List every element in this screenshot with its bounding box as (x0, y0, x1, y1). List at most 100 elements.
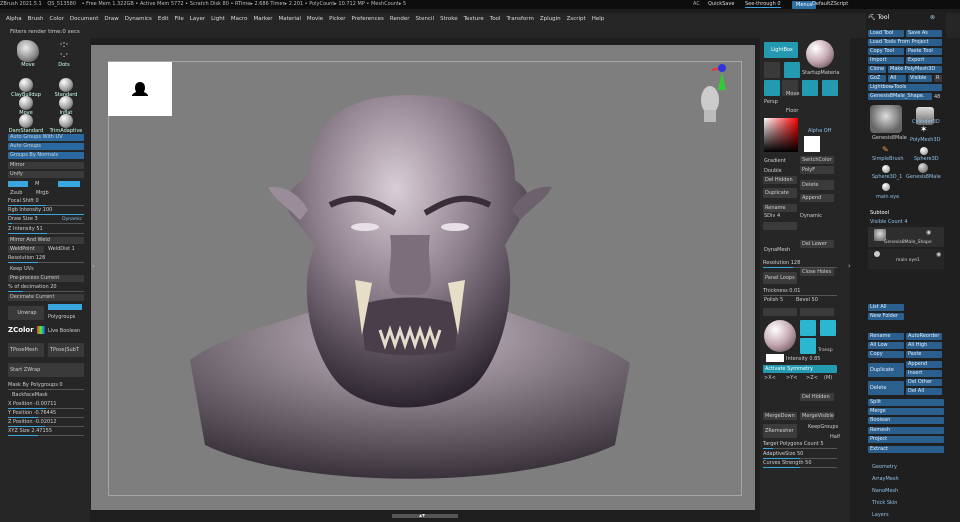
zsub-toggle[interactable]: Zsub (10, 190, 22, 196)
all-low-button[interactable]: All Low (868, 342, 904, 349)
brush-select-icon[interactable] (764, 62, 780, 78)
brush-standard[interactable]: Standard (48, 78, 84, 98)
dynamesh-resolution-slider[interactable]: Resolution 128 (763, 260, 837, 268)
lightbox-button[interactable]: LightBox (764, 42, 798, 58)
live-boolean-toggle[interactable]: Live Boolean (48, 328, 80, 334)
z-position-slider[interactable]: Z Position -0.02012 (8, 419, 84, 427)
alpha-swatch[interactable] (804, 136, 820, 152)
m-toggle[interactable]: M (35, 181, 39, 187)
intensity-slider[interactable]: Intensity 0.85 (786, 356, 821, 362)
collapse-arrow-icon[interactable]: › (848, 262, 851, 270)
dellower-button[interactable]: Del Lower (800, 240, 834, 248)
genesis-thumbnail[interactable] (870, 105, 902, 133)
draw-icon[interactable] (764, 80, 780, 96)
merge-button[interactable]: Merge (868, 408, 944, 415)
target-polygons-slider[interactable]: Target Polygons Count 5 (763, 441, 837, 449)
goz-r-button[interactable]: R (934, 75, 942, 82)
brush-trimadaptive[interactable]: TrimAdaptive (46, 114, 86, 134)
dynamesh-button[interactable]: DynaMesh (764, 247, 790, 253)
thickness-slider[interactable]: Thickness 0.01 (763, 288, 837, 296)
zadd-toggle[interactable] (8, 181, 28, 187)
subtool-header[interactable]: Subtool (870, 210, 889, 216)
menu-picker[interactable]: Picker (329, 13, 345, 26)
draw-size-slider[interactable]: Draw Size 3 Dynamic (8, 216, 84, 224)
arraymesh-section[interactable]: ArrayMesh (872, 476, 899, 482)
weldpoint-button[interactable]: WeldPoint (8, 246, 44, 253)
adaptive-size-slider[interactable]: AdaptiveSize 50 (763, 451, 837, 459)
lightbox-tools-button[interactable]: Lightbox▸Tools (868, 84, 942, 91)
mirror-and-weld-button[interactable]: Mirror And Weld (8, 237, 84, 244)
mergevisible-button[interactable]: MergeVisible (800, 412, 834, 420)
sym-x-toggle[interactable]: >X< (764, 375, 776, 381)
nanomesh-section[interactable]: NanoMesh (872, 488, 898, 494)
quicksave-button[interactable]: QuickSave (708, 1, 734, 7)
preprocess-button[interactable]: Pre-process Current (8, 275, 84, 282)
bevel-slider[interactable]: Bevel 50 (796, 297, 818, 303)
menu-edit[interactable]: Edit (158, 13, 169, 26)
delhidden-mesh-button[interactable]: Del Hidden (763, 176, 797, 184)
double-toggle[interactable]: Double (764, 168, 782, 174)
menu-zscript[interactable]: Zscript (567, 13, 586, 26)
remesh-button[interactable]: Remesh (868, 427, 944, 434)
panel-loops-button[interactable]: Panel Loops (763, 272, 797, 284)
simplebrush-icon[interactable]: ✎ (882, 145, 889, 154)
keep-uvs-toggle[interactable]: Keep UVs (10, 266, 34, 272)
append-button[interactable]: Append (800, 194, 834, 202)
clone-button[interactable]: Clone (868, 66, 886, 73)
menu-texture[interactable]: Texture (464, 13, 484, 26)
tray-arrow-icon[interactable]: ▴▾ (419, 512, 425, 519)
delhidden-button[interactable]: Del Hidden (800, 393, 834, 401)
brush-damstandard[interactable]: DamStandard (6, 114, 46, 134)
menu-tool[interactable]: Tool (490, 13, 501, 26)
transp-toggle[interactable]: Transp (818, 348, 833, 353)
close-holes-button[interactable]: Close Holes (800, 268, 834, 276)
menu-draw[interactable]: Draw (104, 13, 118, 26)
del-other-button[interactable]: Del Other (906, 379, 942, 386)
sphere-icon[interactable] (920, 147, 928, 155)
project-button[interactable]: Project (868, 436, 944, 443)
mirror-button[interactable]: Mirror (8, 162, 84, 169)
menu-material[interactable]: Material (279, 13, 301, 26)
mrgb-toggle[interactable]: Mrgb (36, 190, 49, 196)
eye-icon[interactable]: ◉ (926, 229, 931, 236)
delete-subtool-button[interactable]: Delete (868, 381, 904, 395)
goz-all-button[interactable]: All (888, 75, 906, 82)
menu-light[interactable]: Light (211, 13, 225, 26)
auto-groups-uv-button[interactable]: Auto Groups With UV (8, 134, 84, 141)
goz-button[interactable]: GoZ (868, 75, 886, 82)
export-button[interactable]: Export (906, 57, 942, 64)
color-picker[interactable] (764, 118, 798, 152)
unify-button[interactable]: Unify (8, 171, 84, 178)
layers-section[interactable]: Layers (872, 512, 889, 518)
material-sphere-icon[interactable] (806, 40, 834, 68)
scale-icon[interactable] (802, 80, 818, 96)
zcolor-button[interactable]: ZColor (8, 326, 34, 334)
polygroups-toggle[interactable] (48, 304, 82, 310)
menu-zplugin[interactable]: Zplugin (540, 13, 561, 26)
copy-subtool-button[interactable]: Copy (868, 351, 904, 358)
split-button[interactable]: Split (868, 399, 944, 406)
extract-button[interactable]: Extract (868, 446, 944, 453)
menu-dynamics[interactable]: Dynamics (125, 13, 152, 26)
navigation-cube[interactable] (690, 62, 738, 128)
dynamic-toggle[interactable]: Dynamic (62, 216, 82, 223)
rename-subtool-button[interactable]: Rename (868, 333, 904, 340)
collapse-arrow-left-icon[interactable]: › (92, 262, 95, 270)
menu-help[interactable]: Help (592, 13, 605, 26)
import-button[interactable]: Import (868, 57, 904, 64)
menu-stroke[interactable]: Stroke (440, 13, 458, 26)
persp-label[interactable]: Persp (764, 99, 778, 105)
main-eye-icon[interactable] (882, 183, 890, 191)
brush-inflat[interactable]: Inflat (48, 96, 84, 116)
tposemesh-button[interactable]: TPoseMesh (8, 343, 44, 357)
new-folder-button[interactable]: New Folder (868, 313, 904, 320)
decimate-button[interactable]: Decimate Current (8, 294, 84, 301)
make-polymesh-button[interactable]: Make PolyMesh3D (888, 66, 942, 73)
menu-preferences[interactable]: Preferences (352, 13, 384, 26)
menu-alpha[interactable]: Alpha (6, 13, 22, 26)
polyf-button[interactable]: PolyF (800, 166, 834, 174)
polish-slider[interactable]: Polish 5 (764, 297, 783, 303)
zremesher-button[interactable]: ZRemesher (763, 424, 797, 438)
half-toggle[interactable]: Half (830, 434, 840, 440)
brush-dots[interactable]: ·:· ·.· Dots (50, 40, 78, 68)
